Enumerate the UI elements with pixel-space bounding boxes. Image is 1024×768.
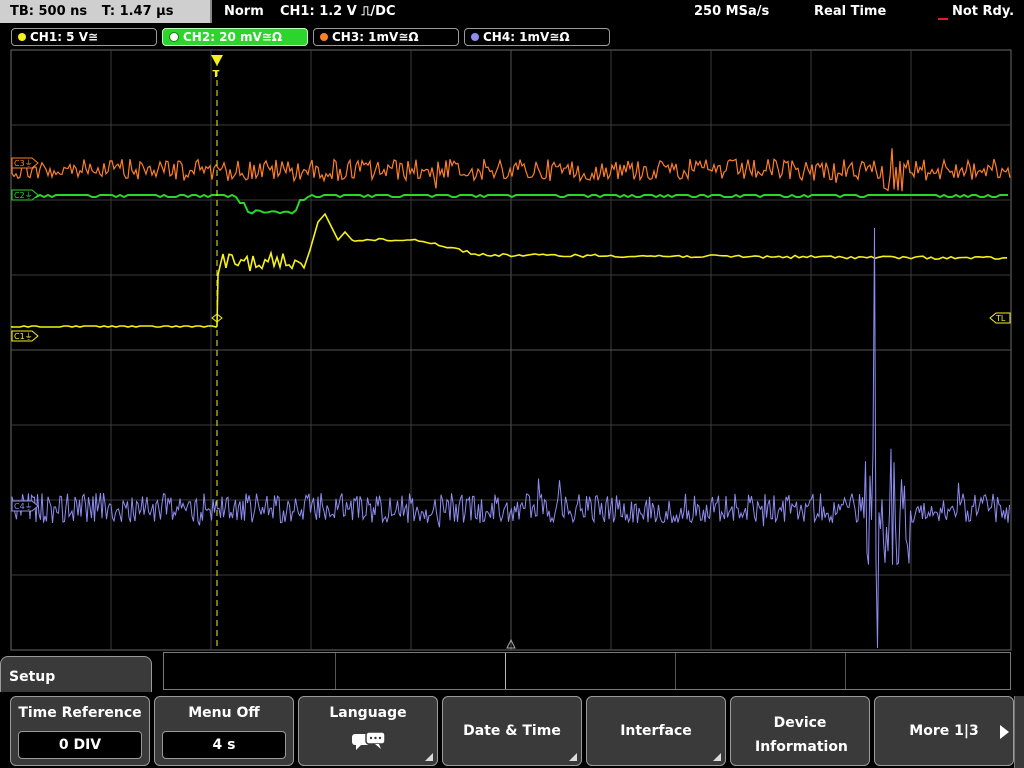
device-information-button[interactable]: Device Information xyxy=(730,696,870,766)
ch3-marker-label: C3⏚ xyxy=(14,159,33,168)
ch1-marker[interactable]: C1⏚ xyxy=(11,330,39,342)
interface-button[interactable]: Interface xyxy=(586,696,726,766)
softkey-label: Menu Off xyxy=(188,705,260,721)
next-page-arrow-icon xyxy=(1000,725,1009,739)
language-button[interactable]: Language xyxy=(298,696,438,766)
submenu-indicator-icon xyxy=(569,753,577,761)
ch4-marker[interactable]: C4⏚ xyxy=(11,500,39,512)
menu-off-value: 4 s xyxy=(162,731,286,759)
zoom-overview-bar[interactable] xyxy=(163,652,1011,690)
trigger-pos-label: T xyxy=(213,69,220,80)
softkey-label: More 1|3 xyxy=(909,723,979,739)
overview-divider xyxy=(845,653,846,689)
speech-bubbles-icon xyxy=(352,731,386,750)
overview-divider xyxy=(335,653,336,689)
waveform-display[interactable]: T C3⏚ C2⏚ C1⏚ C4⏚ TL xyxy=(0,0,1024,652)
ch4-marker-label: C4⏚ xyxy=(14,502,33,511)
softkey-label: Time Reference xyxy=(18,705,142,721)
ch3-marker[interactable]: C3⏚ xyxy=(11,157,39,169)
menu-off-button[interactable]: Menu Off 4 s xyxy=(154,696,294,766)
softkey-label: Date & Time xyxy=(463,723,561,739)
more-button[interactable]: More 1|3 xyxy=(874,696,1014,766)
submenu-indicator-icon xyxy=(425,753,433,761)
menu-title: Setup xyxy=(9,669,56,685)
time-reference-value: 0 DIV xyxy=(18,731,142,759)
overview-divider xyxy=(505,653,506,689)
ch1-marker-label: C1⏚ xyxy=(14,332,33,341)
menu-edge xyxy=(1014,696,1024,768)
ch2-marker-label: C2⏚ xyxy=(14,191,33,200)
submenu-indicator-icon xyxy=(713,753,721,761)
softkey-label: Device Information xyxy=(755,715,848,755)
date-time-button[interactable]: Date & Time xyxy=(442,696,582,766)
ch2-marker[interactable]: C2⏚ xyxy=(11,189,39,201)
softkey-label: Interface xyxy=(620,723,692,739)
softkey-label: Language xyxy=(329,705,407,721)
trigger-level-label: TL xyxy=(995,314,1006,323)
time-reference-button[interactable]: Time Reference 0 DIV xyxy=(10,696,150,766)
overview-divider xyxy=(675,653,676,689)
menu-title-tab: Setup xyxy=(0,656,152,696)
